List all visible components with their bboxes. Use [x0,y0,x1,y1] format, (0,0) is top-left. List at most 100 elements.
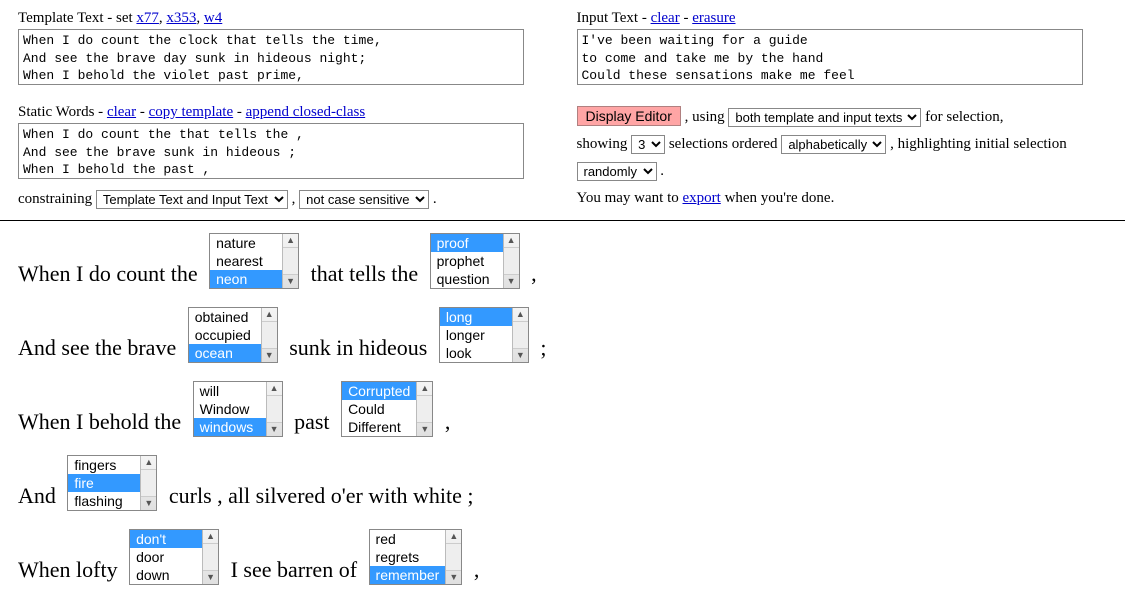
picker-option[interactable]: flashing [68,492,140,510]
scroll-track[interactable] [446,544,461,570]
scroll-down-icon[interactable]: ▼ [513,348,528,362]
scroll-down-icon[interactable]: ▼ [283,274,298,288]
link-copy-template[interactable]: copy template [149,104,234,120]
word-picker[interactable]: willWindowwindows▲▼ [193,381,283,437]
picker-option[interactable]: proof [431,234,503,252]
picker-option[interactable]: obtained [189,308,261,326]
scroll-down-icon[interactable]: ▼ [417,422,432,436]
scroll-track[interactable] [513,322,528,348]
picker-option[interactable]: question [431,270,503,288]
word-picker[interactable]: longlongerlook▲▼ [439,307,529,363]
case-sensitivity-select[interactable]: not case sensitive [299,190,429,209]
picker-option[interactable]: regrets [370,548,446,566]
picker-option[interactable]: door [130,548,202,566]
scroll-track[interactable] [417,396,432,422]
export-link[interactable]: export [682,190,720,206]
link-input-clear[interactable]: clear [651,10,680,26]
scroll-up-icon[interactable]: ▲ [262,308,277,322]
picker-option[interactable]: ocean [189,344,261,362]
controls-highlight-text: , highlighting initial selection [890,136,1067,152]
picker-option[interactable]: neon [210,270,282,288]
word-picker[interactable]: don'tdoordown▲▼ [129,529,219,585]
scroll-up-icon[interactable]: ▲ [513,308,528,322]
word-picker[interactable]: CorruptedCouldDifferent▲▼ [341,381,433,437]
static-label: Static Words - clear - copy template - a… [18,104,549,121]
separator [0,220,1125,221]
word-picker[interactable]: redregretsremember▲▼ [369,529,463,585]
scroll-track[interactable] [283,248,298,274]
picker-option[interactable]: Different [342,418,416,436]
picker-option[interactable]: prophet [431,252,503,270]
static-label-text: Static Words - [18,104,107,120]
highlight-select[interactable]: randomly [577,162,657,181]
picker-option[interactable]: Could [342,400,416,418]
link-append-closed[interactable]: append closed-class [246,104,366,120]
picker-option[interactable]: will [194,382,266,400]
picker-scrollbar[interactable]: ▲▼ [202,530,218,584]
picker-option[interactable]: fire [68,474,140,492]
picker-option[interactable]: long [440,308,512,326]
scroll-track[interactable] [504,248,519,274]
picker-option[interactable]: red [370,530,446,548]
scroll-down-icon[interactable]: ▼ [203,570,218,584]
picker-scrollbar[interactable]: ▲▼ [445,530,461,584]
picker-scrollbar[interactable]: ▲▼ [266,382,282,436]
picker-option[interactable]: remember [370,566,446,584]
picker-option[interactable]: down [130,566,202,584]
display-editor-button[interactable]: Display Editor [577,106,681,126]
link-x77[interactable]: x77 [136,10,159,26]
scroll-up-icon[interactable]: ▲ [141,456,156,470]
picker-option[interactable]: longer [440,326,512,344]
input-textarea[interactable] [577,29,1083,85]
scroll-up-icon[interactable]: ▲ [267,382,282,396]
scroll-down-icon[interactable]: ▼ [267,422,282,436]
scroll-track[interactable] [141,470,156,496]
picker-option[interactable]: Window [194,400,266,418]
picker-scrollbar[interactable]: ▲▼ [140,456,156,510]
scroll-up-icon[interactable]: ▲ [203,530,218,544]
constrain-source-select[interactable]: Template Text and Input Text [96,190,288,209]
scroll-track[interactable] [262,322,277,348]
scroll-up-icon[interactable]: ▲ [504,234,519,248]
picker-scrollbar[interactable]: ▲▼ [503,234,519,288]
poem-text: , [526,260,537,289]
picker-option[interactable]: fingers [68,456,140,474]
ordered-select[interactable]: alphabetically [781,135,886,154]
poem-text: curls , all silvered o'er with white ; [163,482,473,511]
using-select[interactable]: both template and input texts [728,108,921,127]
picker-option[interactable]: don't [130,530,202,548]
word-picker[interactable]: fingersfireflashing▲▼ [67,455,157,511]
scroll-down-icon[interactable]: ▼ [262,348,277,362]
link-x353[interactable]: x353 [166,10,196,26]
word-picker[interactable]: naturenearestneon▲▼ [209,233,299,289]
picker-option[interactable]: nearest [210,252,282,270]
picker-option[interactable]: occupied [189,326,261,344]
word-picker[interactable]: obtainedoccupiedocean▲▼ [188,307,278,363]
picker-option[interactable]: look [440,344,512,362]
picker-scrollbar[interactable]: ▲▼ [416,382,432,436]
showing-count-select[interactable]: 3 [631,135,665,154]
scroll-down-icon[interactable]: ▼ [446,570,461,584]
scroll-track[interactable] [267,396,282,422]
scroll-down-icon[interactable]: ▼ [504,274,519,288]
scroll-up-icon[interactable]: ▲ [417,382,432,396]
link-static-clear[interactable]: clear [107,104,136,120]
scroll-track[interactable] [203,544,218,570]
controls-section: Display Editor , using both template and… [577,104,1108,212]
scroll-up-icon[interactable]: ▲ [283,234,298,248]
scroll-up-icon[interactable]: ▲ [446,530,461,544]
link-w4[interactable]: w4 [204,10,222,26]
scroll-down-icon[interactable]: ▼ [141,496,156,510]
picker-option[interactable]: windows [194,418,266,436]
static-textarea[interactable] [18,123,524,179]
picker-scrollbar[interactable]: ▲▼ [512,308,528,362]
word-picker[interactable]: proofprophetquestion▲▼ [430,233,520,289]
picker-scrollbar[interactable]: ▲▼ [261,308,277,362]
controls-forsel-text: for selection, [925,109,1003,125]
link-input-erasure[interactable]: erasure [692,10,735,26]
picker-option[interactable]: nature [210,234,282,252]
picker-scrollbar[interactable]: ▲▼ [282,234,298,288]
picker-option[interactable]: Corrupted [342,382,416,400]
constrain-suffix: . [433,191,437,207]
template-textarea[interactable] [18,29,524,85]
